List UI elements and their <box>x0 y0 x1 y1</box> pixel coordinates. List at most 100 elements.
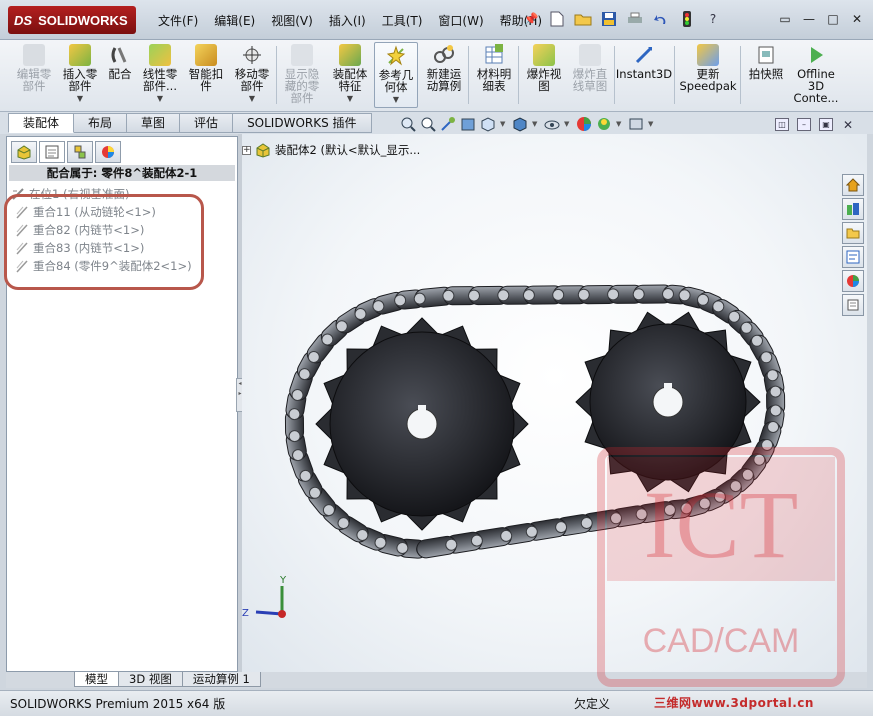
new-motion-study-button[interactable]: 新建运 动算例 <box>422 42 466 108</box>
property-manager-tab[interactable] <box>39 141 65 163</box>
mate-button[interactable]: 配合 <box>104 42 136 108</box>
tab-evaluate[interactable]: 评估 <box>180 113 234 133</box>
configuration-manager-tab[interactable] <box>67 141 93 163</box>
chevron-down-icon[interactable]: ▼ <box>564 120 572 128</box>
tab-layout[interactable]: 布局 <box>74 113 128 133</box>
move-component-button[interactable]: 移动零 部件 ▼ <box>230 42 274 108</box>
menu-window[interactable]: 窗口(W) <box>430 12 491 30</box>
edit-component-button[interactable]: 编辑零 部件 <box>12 42 56 108</box>
solidworks-logo[interactable]: DS SOLIDWORKS <box>8 6 136 34</box>
menu-tools[interactable]: 工具(T) <box>374 12 431 30</box>
section-view-icon[interactable] <box>460 116 476 132</box>
sprocket-bore <box>406 408 438 440</box>
help-question-icon[interactable]: ? <box>704 10 722 28</box>
tab-motion-study-1[interactable]: 运动算例 1 <box>181 672 261 687</box>
display-style-icon[interactable] <box>512 116 528 132</box>
triad-z-label: Z <box>242 608 249 619</box>
maximize-icon[interactable]: □ <box>823 10 843 28</box>
file-explorer-tab[interactable] <box>842 222 864 244</box>
ds-logo-mark: DS <box>14 12 33 28</box>
custom-properties-tab[interactable] <box>842 294 864 316</box>
tab-sketch[interactable]: 草图 <box>127 113 181 133</box>
configuration-manager-icon <box>74 145 86 159</box>
folder-icon <box>846 228 860 239</box>
undo-icon[interactable] <box>652 10 670 28</box>
assembly-features-button[interactable]: 装配体 特征 ▼ <box>328 42 372 108</box>
insert-components-button[interactable]: 插入零 部件 ▼ <box>58 42 102 108</box>
bill-of-materials-button[interactable]: 材料明 细表 <box>472 42 516 108</box>
chain-pin <box>299 469 312 482</box>
chevron-down-icon[interactable]: ▼ <box>77 93 83 105</box>
menu-file[interactable]: 文件(F) <box>150 12 206 30</box>
home-icon <box>846 178 860 192</box>
pin-icon[interactable]: 📌 <box>522 10 540 28</box>
definition-state-text: 欠定义 <box>574 697 611 711</box>
print-icon[interactable] <box>626 10 644 28</box>
offline-3d-content-button[interactable]: Offline 3D Conte... <box>790 42 842 108</box>
menu-insert[interactable]: 插入(I) <box>321 12 374 30</box>
chain-pin <box>663 504 676 516</box>
viewport-tile-icon[interactable]: ◫ <box>775 118 789 131</box>
view-palette-tab[interactable] <box>842 246 864 268</box>
update-speedpak-button[interactable]: 更新 Speedpak <box>678 42 738 108</box>
rebuild-traffic-light-icon[interactable] <box>678 10 696 28</box>
menu-view[interactable]: 视图(V) <box>263 12 321 30</box>
viewport-minimize-icon[interactable]: – <box>797 118 811 131</box>
reference-geometry-button[interactable]: 参考几 何体 ▼ <box>374 42 418 108</box>
close-icon[interactable]: ✕ <box>847 10 867 28</box>
solidworks-resources-tab[interactable] <box>842 174 864 196</box>
zoom-to-fit-icon[interactable] <box>400 116 416 132</box>
chevron-down-icon[interactable]: ▼ <box>393 94 399 106</box>
ribbon-separator <box>468 46 469 104</box>
app-logo-text: SOLIDWORKS <box>38 12 128 28</box>
open-folder-icon[interactable] <box>574 10 592 28</box>
explode-line-sketch-button[interactable]: 爆炸直 线草图 <box>568 42 612 108</box>
previous-view-icon[interactable] <box>440 116 456 132</box>
viewport-close-icon[interactable]: ✕ <box>841 118 855 132</box>
chevron-down-icon[interactable]: ▼ <box>500 120 508 128</box>
smart-fasteners-button[interactable]: 智能扣 件 <box>184 42 228 108</box>
feature-manager-tree-tab[interactable] <box>11 141 37 163</box>
chevron-down-icon[interactable]: ▼ <box>157 93 163 105</box>
display-manager-tab[interactable] <box>95 141 121 163</box>
tab-model[interactable]: 模型 <box>74 672 119 687</box>
graphics-area[interactable]: + 装配体2 (默认<默认_显示... Y Z <box>242 134 867 672</box>
chevron-down-icon[interactable]: ▼ <box>347 93 353 105</box>
chevron-down-icon[interactable]: ▼ <box>249 93 255 105</box>
drive-sprocket[interactable] <box>575 311 761 493</box>
instant3d-button[interactable]: Instant3D <box>616 42 672 108</box>
chain-pin <box>713 490 726 503</box>
apply-scene-icon[interactable] <box>596 116 612 132</box>
tab-solidworks-addins[interactable]: SOLIDWORKS 插件 <box>233 113 372 133</box>
view-settings-icon[interactable] <box>628 116 644 132</box>
chain-pin <box>335 320 348 333</box>
tab-assembly[interactable]: 装配体 <box>8 113 75 133</box>
appearances-scenes-tab[interactable] <box>842 270 864 292</box>
hide-show-items-icon[interactable] <box>544 116 560 132</box>
linear-pattern-button[interactable]: 线性零 部件... ▼ <box>138 42 182 108</box>
minimize-icon[interactable]: — <box>799 10 819 28</box>
menu-edit[interactable]: 编辑(E) <box>206 12 263 30</box>
display-manager-icon <box>102 146 114 158</box>
chevron-down-icon[interactable]: ▼ <box>532 120 540 128</box>
take-snapshot-button[interactable]: 拍快照 <box>744 42 788 108</box>
chevron-down-icon[interactable]: ▼ <box>648 120 656 128</box>
show-hidden-components-button[interactable]: 显示隐 藏的零 部件 <box>280 42 324 108</box>
exploded-view-button[interactable]: 爆炸视 图 <box>522 42 566 108</box>
menu-bar: 文件(F) 编辑(E) 视图(V) 插入(I) 工具(T) 窗口(W) 帮助(H… <box>150 12 550 30</box>
chevron-down-icon[interactable]: ▼ <box>616 120 624 128</box>
restore-down-icon[interactable]: ▭ <box>775 10 795 28</box>
design-library-tab[interactable] <box>842 198 864 220</box>
edit-appearance-icon[interactable] <box>576 116 592 132</box>
chain-pin <box>760 351 773 364</box>
view-orientation-icon[interactable] <box>480 116 496 132</box>
save-icon[interactable] <box>600 10 618 28</box>
driven-sprocket[interactable] <box>315 317 529 531</box>
chain-pin <box>288 408 301 421</box>
chain-pin <box>522 289 535 302</box>
zoom-to-area-icon[interactable] <box>420 116 436 132</box>
new-document-icon[interactable] <box>548 10 566 28</box>
chain-pin <box>555 521 568 534</box>
viewport-restore-icon[interactable]: ▣ <box>819 118 833 131</box>
tab-3d-views[interactable]: 3D 视图 <box>118 672 183 687</box>
